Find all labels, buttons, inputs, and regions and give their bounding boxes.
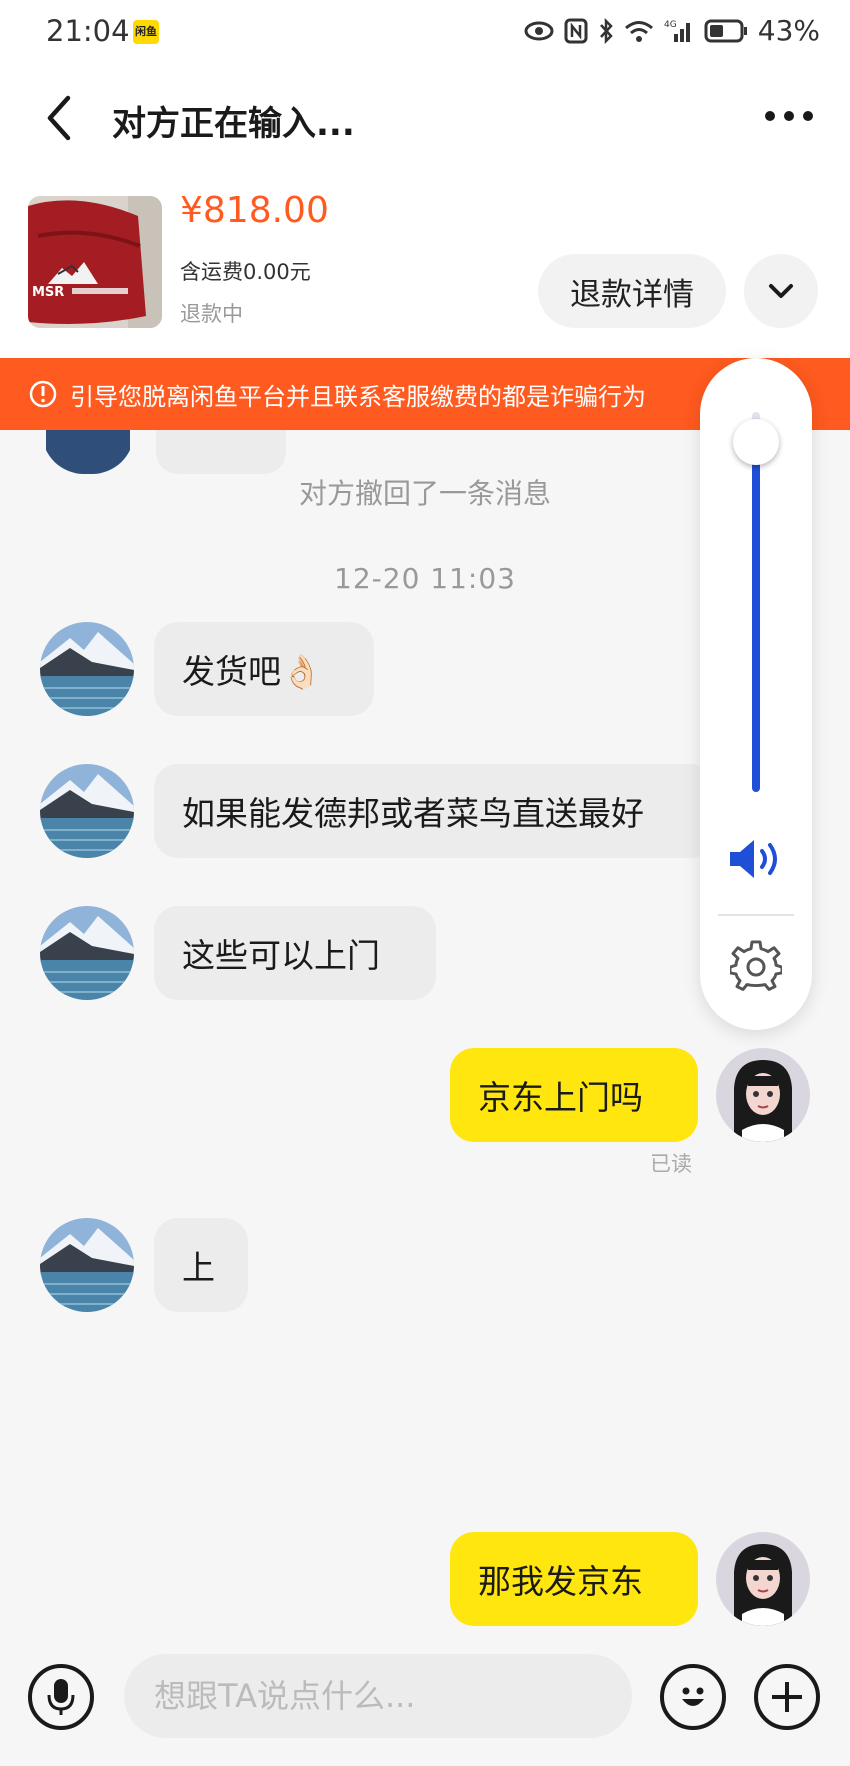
battery-percent: 43% <box>757 14 820 47</box>
message-bubble[interactable]: 发货吧👌🏻 <box>154 622 374 716</box>
expand-button[interactable] <box>744 254 818 328</box>
avatar-partial[interactable] <box>42 430 134 474</box>
emoji-icon <box>682 1687 704 1706</box>
volume-divider <box>718 914 794 916</box>
volume-slider-thumb[interactable] <box>733 419 779 465</box>
warning-icon <box>29 380 57 408</box>
voice-button[interactable] <box>28 1664 94 1730</box>
back-arrow-icon[interactable] <box>40 92 80 144</box>
page-title: 对方正在输入... <box>112 104 355 144</box>
nav-bar: 对方正在输入... <box>0 70 850 170</box>
input-bar <box>0 1640 850 1766</box>
chevron-down-icon <box>769 284 793 298</box>
wifi-icon <box>624 20 653 42</box>
message-input[interactable] <box>124 1654 632 1738</box>
add-button[interactable] <box>754 1664 820 1730</box>
message-bubble-own[interactable]: 京东上门吗 <box>450 1048 698 1142</box>
nfc-icon <box>564 18 588 43</box>
avatar-seller[interactable] <box>40 1218 134 1312</box>
volume-panel[interactable] <box>700 358 812 1030</box>
avatar-self[interactable] <box>716 1048 810 1142</box>
svg-text:MSR: MSR <box>32 285 64 300</box>
product-image: MSR <box>28 196 162 328</box>
status-time: 21:04 <box>46 14 130 48</box>
microphone-icon <box>47 1679 75 1715</box>
gear-icon[interactable] <box>730 940 782 992</box>
avatar-seller[interactable] <box>40 764 134 858</box>
avatar-seller[interactable] <box>40 906 134 1000</box>
refund-status: 退款中 <box>180 302 243 326</box>
refund-details-button[interactable]: 退款详情 <box>538 254 726 328</box>
product-price: ¥818.00 <box>180 190 329 231</box>
message-bubble[interactable]: 如果能发德邦或者菜鸟直送最好 <box>154 764 714 858</box>
battery-icon <box>704 19 747 42</box>
emoji-button[interactable] <box>660 1664 726 1730</box>
product-card[interactable]: MSR ¥818.00 含运费0.00元 退款中 退款详情 <box>0 190 850 340</box>
volume-slider-fill <box>752 442 760 792</box>
speaker-icon[interactable] <box>726 836 788 882</box>
status-icons: 4G 43% <box>524 14 820 47</box>
volume-slider-track[interactable] <box>752 412 760 792</box>
eye-icon <box>524 21 554 40</box>
bluetooth-icon <box>599 17 613 44</box>
more-options-icon[interactable] <box>762 108 816 124</box>
avatar-seller[interactable] <box>40 622 134 716</box>
app-badge-icon: 闲鱼 <box>133 20 159 44</box>
read-receipt: 已读 <box>650 1152 692 1176</box>
message-bubble-own[interactable]: 那我发京东 <box>450 1532 698 1626</box>
svg-text:4G: 4G <box>664 20 677 30</box>
message-bubble[interactable]: 这些可以上门 <box>154 906 436 1000</box>
message-bubble-partial[interactable] <box>156 430 286 474</box>
plus-icon <box>772 1682 802 1712</box>
product-thumbnail[interactable]: MSR <box>28 196 162 328</box>
warning-text: 引导您脱离闲鱼平台并且联系客服缴费的都是诈骗行为 <box>70 382 646 411</box>
message-bubble[interactable]: 上 <box>154 1218 248 1312</box>
product-shipping: 含运费0.00元 <box>180 260 311 284</box>
signal-icon: 4G <box>664 20 690 42</box>
status-bar: 21:04 闲鱼 4G 43% <box>0 0 850 68</box>
avatar-self[interactable] <box>716 1532 810 1626</box>
